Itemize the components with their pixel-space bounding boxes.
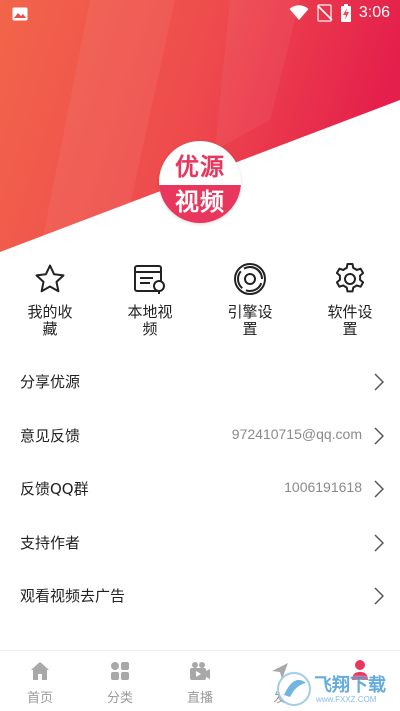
- watermark-url: www.FXXZ.COM: [316, 695, 377, 704]
- tab-label: 分类: [106, 691, 133, 706]
- watermark: 飞翔下载 www.FXXZ.COM: [272, 665, 394, 709]
- tab-live[interactable]: 直播: [160, 651, 240, 706]
- software-settings-button[interactable]: 软件设置: [300, 258, 400, 338]
- menu-item-title: 分享优源: [20, 373, 81, 391]
- menu-item-title: 观看视频去广告: [20, 587, 126, 605]
- battery-charging-icon: [340, 4, 351, 22]
- quick-actions: 我的收藏 本地视频 引擎设置 软件设置: [0, 258, 400, 348]
- watermark-text: 飞翔下载: [314, 675, 386, 696]
- chevron-right-icon: [374, 426, 384, 445]
- tab-label: 直播: [186, 691, 213, 706]
- menu-item-title: 反馈QQ群: [20, 480, 89, 498]
- engine-settings-button[interactable]: 引擎设置: [200, 258, 300, 338]
- app-logo[interactable]: 优源 视频: [159, 141, 241, 223]
- no-signal-icon: [317, 4, 333, 22]
- favorites-button[interactable]: 我的收藏: [0, 258, 100, 338]
- category-icon: [111, 662, 129, 680]
- home-icon: [31, 662, 49, 680]
- status-bar: 3:06: [0, 0, 400, 28]
- image-icon: [12, 7, 28, 21]
- tab-label: 首页: [26, 691, 53, 706]
- tab-home[interactable]: 首页: [0, 651, 80, 706]
- bottom-tab-bar: 首页 分类 直播 飞翔下载 www.FXXZ.COM: [0, 650, 400, 711]
- chevron-right-icon: [374, 480, 384, 498]
- menu-item-remove-ads[interactable]: 观看视频去广告: [0, 569, 400, 623]
- feedback-email: 972410715@qq.com: [231, 425, 362, 442]
- tab-category[interactable]: 分类: [80, 651, 160, 706]
- chevron-right-icon: [374, 533, 384, 552]
- engine-settings-label: 引擎设置: [227, 303, 273, 338]
- chevron-right-icon: [374, 373, 384, 391]
- status-time: 3:06: [358, 4, 390, 21]
- menu-item-feedback[interactable]: 意见反馈 972410715@qq.com: [0, 409, 400, 463]
- logo-line1: 优源: [175, 153, 225, 181]
- qq-group-number: 1006191618: [284, 479, 362, 495]
- menu-item-support-author[interactable]: 支持作者: [0, 516, 400, 570]
- logo-line2: 视频: [159, 185, 241, 223]
- menu-item-share[interactable]: 分享优源: [0, 355, 400, 409]
- menu-item-qq-group[interactable]: 反馈QQ群 1006191618: [0, 462, 400, 516]
- favorites-label: 我的收藏: [27, 303, 73, 338]
- engine-icon: [234, 263, 266, 295]
- menu-item-title: 支持作者: [20, 533, 81, 552]
- local-video-icon: [134, 265, 165, 294]
- wifi-icon: [289, 5, 309, 20]
- gear-icon: [335, 263, 365, 293]
- software-settings-label: 软件设置: [327, 303, 373, 338]
- settings-menu: 分享优源 意见反馈 972410715@qq.com 反馈QQ群 1006191…: [0, 355, 400, 623]
- menu-item-title: 意见反馈: [20, 426, 81, 445]
- local-video-button[interactable]: 本地视频: [100, 258, 200, 338]
- star-icon: [35, 264, 65, 293]
- chevron-right-icon: [374, 587, 384, 605]
- live-icon: [190, 662, 210, 680]
- local-video-label: 本地视频: [127, 303, 173, 338]
